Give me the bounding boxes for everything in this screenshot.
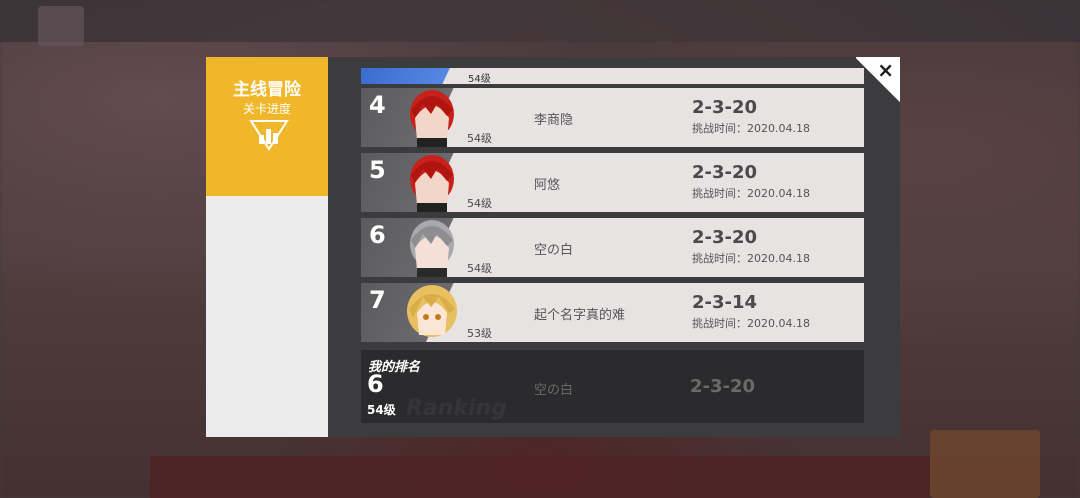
stage-progress: 2-3-20 (692, 227, 758, 248)
row-level: 54级 (467, 262, 492, 275)
stage-progress: 2-3-20 (692, 162, 758, 183)
row-rank: 7 (369, 286, 386, 314)
close-icon: × (877, 58, 894, 82)
row-level: 54级 (468, 74, 491, 85)
ranking-list[interactable]: 4 54级 李商隐 2-3-20 挑战时间：2020.04.18 5 54级 阿 (361, 88, 864, 372)
row-rank: 6 (369, 221, 386, 249)
player-name: 阿悠 (534, 178, 561, 193)
stage-progress: 2-3-20 (692, 97, 758, 118)
my-rank-stage: 2-3-20 (690, 376, 756, 397)
tab-main-adventure[interactable]: 主线冒险 关卡进度 (206, 57, 328, 196)
stage-progress: 2-3-14 (692, 292, 758, 313)
table-row: 5 54级 阿悠 2-3-20 挑战时间：2020.04.18 (361, 153, 864, 212)
challenge-time: 挑战时间：2020.04.18 (692, 317, 810, 330)
player-name: 起个名字真的难 (534, 308, 626, 323)
row-rank: 4 (369, 91, 386, 119)
row-rank: 5 (369, 156, 386, 184)
row-level: 54级 (467, 132, 492, 145)
my-rank-panel: Ranking 我的排名 6 54级 空の白 2-3-20 (361, 350, 864, 423)
player-name: 李商隐 (534, 113, 574, 128)
my-rank-level: 54级 (367, 403, 396, 417)
table-row: 6 54级 空の白 2-3-20 挑战时间：2020.04.18 (361, 218, 864, 277)
player-avatar (410, 220, 454, 277)
my-rank-name: 空の白 (534, 383, 574, 398)
close-button[interactable]: × (856, 57, 900, 103)
tab-title: 主线冒险 (233, 80, 301, 100)
row-level: 54级 (467, 197, 492, 210)
challenge-time: 挑战时间：2020.04.18 (692, 252, 810, 265)
table-row: 7 53级 起个名字真的难 2-3-14 挑战时间：2020.04.18 (361, 283, 864, 342)
row-level: 53级 (467, 327, 492, 340)
player-avatar (410, 155, 454, 212)
tab-subtitle: 关卡进度 (242, 102, 291, 116)
player-name: 空の白 (534, 243, 574, 258)
list-item-partial: 54级 (361, 68, 864, 85)
ranking-watermark: Ranking (406, 396, 508, 421)
table-row: 4 54级 李商隐 2-3-20 挑战时间：2020.04.18 (361, 88, 864, 147)
sidebar: 主线冒险 关卡进度 (206, 57, 328, 437)
challenge-time: 挑战时间：2020.04.18 (692, 122, 810, 135)
player-avatar (407, 285, 457, 337)
my-rank-number: 6 (367, 370, 384, 398)
challenge-time: 挑战时间：2020.04.18 (692, 187, 810, 200)
ranking-modal: 主线冒险 关卡进度 54级 4 54级 李商隐 2-3-20 挑战时间：2020… (206, 57, 900, 437)
bar-chart-icon (249, 120, 289, 151)
player-avatar (410, 90, 454, 147)
